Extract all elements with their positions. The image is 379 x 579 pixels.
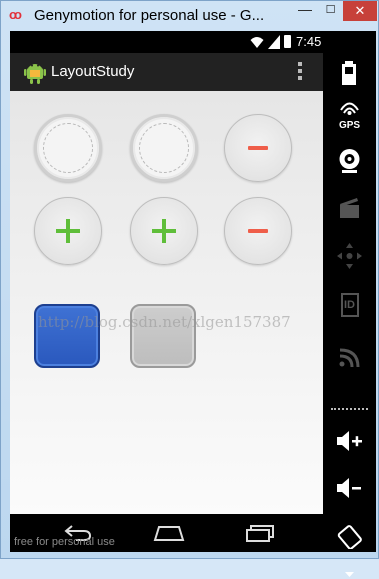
signal-icon xyxy=(268,35,280,49)
plus-button-1[interactable] xyxy=(34,197,102,265)
layout-content: http://blog.csdn.net/xlgen157387 xyxy=(10,91,323,514)
clapboard-icon[interactable] xyxy=(323,197,376,219)
plus-icon-vertical xyxy=(66,219,70,243)
dpad-icon[interactable] xyxy=(323,241,376,271)
window-titlebar[interactable]: oo Genymotion for personal use - G... — … xyxy=(1,1,378,31)
status-time: 7:45 xyxy=(296,34,322,49)
plus-icon-vertical xyxy=(162,219,166,243)
plus-button-2[interactable] xyxy=(130,197,198,265)
volume-up-icon[interactable] xyxy=(323,430,376,452)
gps-icon[interactable]: GPS xyxy=(323,101,376,131)
action-bar: LayoutStudy xyxy=(10,53,323,91)
app-title: LayoutStudy xyxy=(51,63,135,80)
free-personal-use-label: free for personal use xyxy=(14,536,115,548)
cast-icon[interactable] xyxy=(323,343,376,367)
side-separator xyxy=(331,408,368,410)
circle-button-2[interactable] xyxy=(130,114,198,182)
emulator-window: oo Genymotion for personal use - G... — … xyxy=(0,0,379,577)
scroll-down-icon[interactable] xyxy=(323,571,376,579)
rotate-icon[interactable] xyxy=(323,525,376,549)
minimize-button[interactable]: — xyxy=(292,1,318,21)
window-title: Genymotion for personal use - G... xyxy=(34,7,265,24)
circle-button-1[interactable] xyxy=(34,114,102,182)
watermark-text: http://blog.csdn.net/xlgen157387 xyxy=(38,313,291,331)
overflow-menu-icon[interactable] xyxy=(298,62,302,82)
genymotion-app-icon: oo xyxy=(9,7,22,22)
minus-icon xyxy=(248,146,268,150)
gps-signal-icon xyxy=(340,102,359,115)
gps-label: GPS xyxy=(338,120,361,131)
wifi-icon xyxy=(250,37,264,48)
id-icon[interactable]: ID xyxy=(323,293,376,321)
id-label: ID xyxy=(340,293,359,317)
minus-button-1[interactable] xyxy=(224,114,292,182)
home-icon[interactable] xyxy=(153,524,185,542)
battery-status-icon xyxy=(284,35,291,48)
battery-icon[interactable] xyxy=(323,61,376,85)
minus-icon xyxy=(248,229,268,233)
genymotion-side-panel: GPS ID xyxy=(323,53,376,577)
android-icon xyxy=(24,64,46,84)
maximize-button[interactable]: ☐ xyxy=(318,1,343,21)
navigation-bar: free for personal use xyxy=(10,514,323,552)
minus-button-2[interactable] xyxy=(224,197,292,265)
recent-apps-icon[interactable] xyxy=(245,524,275,542)
camera-icon[interactable] xyxy=(323,148,376,174)
volume-down-icon[interactable] xyxy=(323,477,376,499)
device-screen: 7:45 LayoutStudy http://blog.csdn.net/xl… xyxy=(10,31,376,577)
status-bar: 7:45 xyxy=(10,31,323,53)
close-button[interactable]: ✕ xyxy=(343,1,377,21)
